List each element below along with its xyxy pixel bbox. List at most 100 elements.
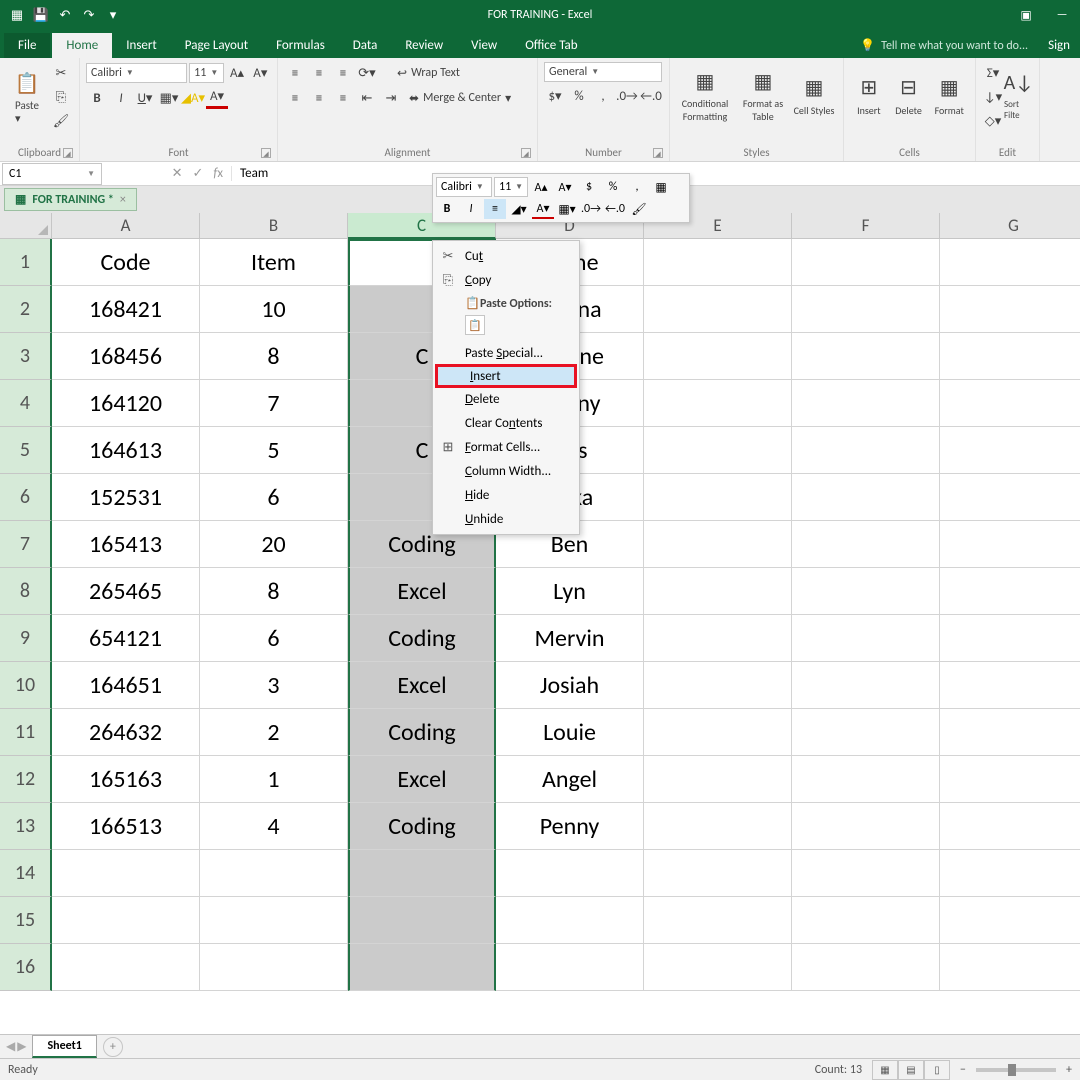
cell[interactable] bbox=[940, 709, 1080, 756]
sign-in[interactable]: Sign bbox=[1038, 33, 1080, 58]
cell[interactable] bbox=[940, 521, 1080, 568]
comma-icon[interactable]: , bbox=[592, 85, 614, 107]
format-cells-button[interactable]: ▦Format bbox=[929, 62, 969, 128]
cell[interactable]: 2 bbox=[200, 709, 348, 756]
wrap-text-button[interactable]: ↩Wrap Text bbox=[392, 62, 465, 84]
cell[interactable]: Coding bbox=[348, 615, 496, 662]
ctx-column-width[interactable]: Column Width... bbox=[433, 459, 579, 483]
cell[interactable]: 654121 bbox=[52, 615, 200, 662]
orientation-icon[interactable]: ⟳▾ bbox=[356, 62, 378, 84]
cell[interactable] bbox=[940, 756, 1080, 803]
paste-option-icon[interactable]: 📋 bbox=[465, 315, 485, 335]
cell[interactable] bbox=[644, 615, 792, 662]
zoom-in-icon[interactable]: + bbox=[1066, 1063, 1072, 1077]
row-header[interactable]: 15 bbox=[0, 897, 52, 944]
cell[interactable]: Excel bbox=[348, 756, 496, 803]
cell[interactable]: 165163 bbox=[52, 756, 200, 803]
mini-format-painter-icon[interactable]: 🖌 bbox=[628, 199, 650, 219]
view-page-break-icon[interactable]: ▯ bbox=[924, 1060, 950, 1080]
redo-icon[interactable]: ↷ bbox=[80, 6, 98, 24]
cell[interactable] bbox=[644, 427, 792, 474]
mini-increase-font-icon[interactable]: A▴ bbox=[530, 177, 552, 197]
cell[interactable] bbox=[644, 380, 792, 427]
merge-center-button[interactable]: ⬌Merge & Center▾ bbox=[404, 87, 516, 109]
cell[interactable]: Angel bbox=[496, 756, 644, 803]
tab-data[interactable]: Data bbox=[339, 33, 392, 58]
mini-italic-icon[interactable]: I bbox=[460, 199, 482, 219]
tell-me[interactable]: 💡Tell me what you want to do... bbox=[850, 33, 1038, 58]
align-middle-icon[interactable]: ≡ bbox=[308, 62, 330, 84]
cell[interactable]: 8 bbox=[200, 333, 348, 380]
cell[interactable] bbox=[940, 380, 1080, 427]
row-header[interactable]: 16 bbox=[0, 944, 52, 991]
cell[interactable]: 6 bbox=[200, 474, 348, 521]
cell[interactable] bbox=[792, 850, 940, 897]
cell[interactable] bbox=[52, 850, 200, 897]
cell[interactable]: 152531 bbox=[52, 474, 200, 521]
cell[interactable] bbox=[644, 521, 792, 568]
column-header-F[interactable]: F bbox=[792, 213, 940, 239]
cell[interactable]: 164613 bbox=[52, 427, 200, 474]
cell[interactable]: 3 bbox=[200, 662, 348, 709]
ctx-copy[interactable]: ⎘Copy bbox=[433, 268, 579, 292]
row-header[interactable]: 9 bbox=[0, 615, 52, 662]
sort-filter-button[interactable]: A↓Sort Filte bbox=[1004, 62, 1033, 128]
cell[interactable] bbox=[644, 662, 792, 709]
cell[interactable] bbox=[644, 474, 792, 521]
ctx-clear-contents[interactable]: Clear Contents bbox=[433, 411, 579, 435]
row-header[interactable]: 4 bbox=[0, 380, 52, 427]
sheet-tab[interactable]: Sheet1 bbox=[32, 1035, 96, 1058]
cell[interactable] bbox=[52, 944, 200, 991]
cell[interactable]: 10 bbox=[200, 286, 348, 333]
zoom-out-icon[interactable]: − bbox=[960, 1063, 966, 1077]
conditional-formatting-button[interactable]: ▦Conditional Formatting bbox=[676, 62, 734, 128]
alignment-dialog-icon[interactable]: ◢ bbox=[521, 148, 531, 158]
enter-formula-icon[interactable]: ✓ bbox=[192, 166, 203, 181]
align-left-icon[interactable]: ≡ bbox=[284, 87, 306, 109]
new-sheet-button[interactable]: + bbox=[103, 1037, 123, 1057]
cell[interactable] bbox=[644, 568, 792, 615]
cell[interactable] bbox=[348, 850, 496, 897]
row-header[interactable]: 7 bbox=[0, 521, 52, 568]
cell[interactable]: 164120 bbox=[52, 380, 200, 427]
undo-icon[interactable]: ↶ bbox=[56, 6, 74, 24]
italic-button[interactable]: I bbox=[110, 87, 132, 109]
cell[interactable] bbox=[792, 380, 940, 427]
cell[interactable] bbox=[792, 239, 940, 286]
column-header-B[interactable]: B bbox=[200, 213, 348, 239]
align-bottom-icon[interactable]: ≡ bbox=[332, 62, 354, 84]
ctx-paste-special[interactable]: Paste Special... bbox=[433, 341, 579, 365]
cell[interactable] bbox=[348, 897, 496, 944]
cell[interactable] bbox=[496, 850, 644, 897]
cell[interactable]: 264632 bbox=[52, 709, 200, 756]
cell[interactable]: 20 bbox=[200, 521, 348, 568]
cell[interactable]: 165413 bbox=[52, 521, 200, 568]
view-normal-icon[interactable]: ▦ bbox=[872, 1060, 898, 1080]
cell[interactable] bbox=[644, 239, 792, 286]
cell[interactable]: Coding bbox=[348, 709, 496, 756]
tab-insert[interactable]: Insert bbox=[112, 33, 171, 58]
name-box[interactable]: C1▼ bbox=[2, 163, 102, 185]
border-button[interactable]: ▦▾ bbox=[158, 87, 180, 109]
cell[interactable] bbox=[52, 897, 200, 944]
cell[interactable]: 168456 bbox=[52, 333, 200, 380]
ctx-format-cells[interactable]: ⊞Format Cells... bbox=[433, 435, 579, 459]
number-dialog-icon[interactable]: ◢ bbox=[653, 148, 663, 158]
cell[interactable] bbox=[644, 286, 792, 333]
cell[interactable] bbox=[644, 850, 792, 897]
fill-color-button[interactable]: ◢A▾ bbox=[182, 87, 204, 109]
cell[interactable]: Code bbox=[52, 239, 200, 286]
cell[interactable]: 5 bbox=[200, 427, 348, 474]
currency-icon[interactable]: $▾ bbox=[544, 85, 566, 107]
cell[interactable] bbox=[940, 474, 1080, 521]
row-header[interactable]: 13 bbox=[0, 803, 52, 850]
cell[interactable]: 168421 bbox=[52, 286, 200, 333]
cell[interactable] bbox=[940, 568, 1080, 615]
clipboard-dialog-icon[interactable]: ◢ bbox=[63, 148, 73, 158]
ctx-unhide[interactable]: Unhide bbox=[433, 507, 579, 531]
cell[interactable] bbox=[200, 850, 348, 897]
cell[interactable] bbox=[792, 756, 940, 803]
ctx-delete[interactable]: Delete bbox=[433, 387, 579, 411]
column-header-G[interactable]: G bbox=[940, 213, 1080, 239]
cell[interactable] bbox=[940, 333, 1080, 380]
